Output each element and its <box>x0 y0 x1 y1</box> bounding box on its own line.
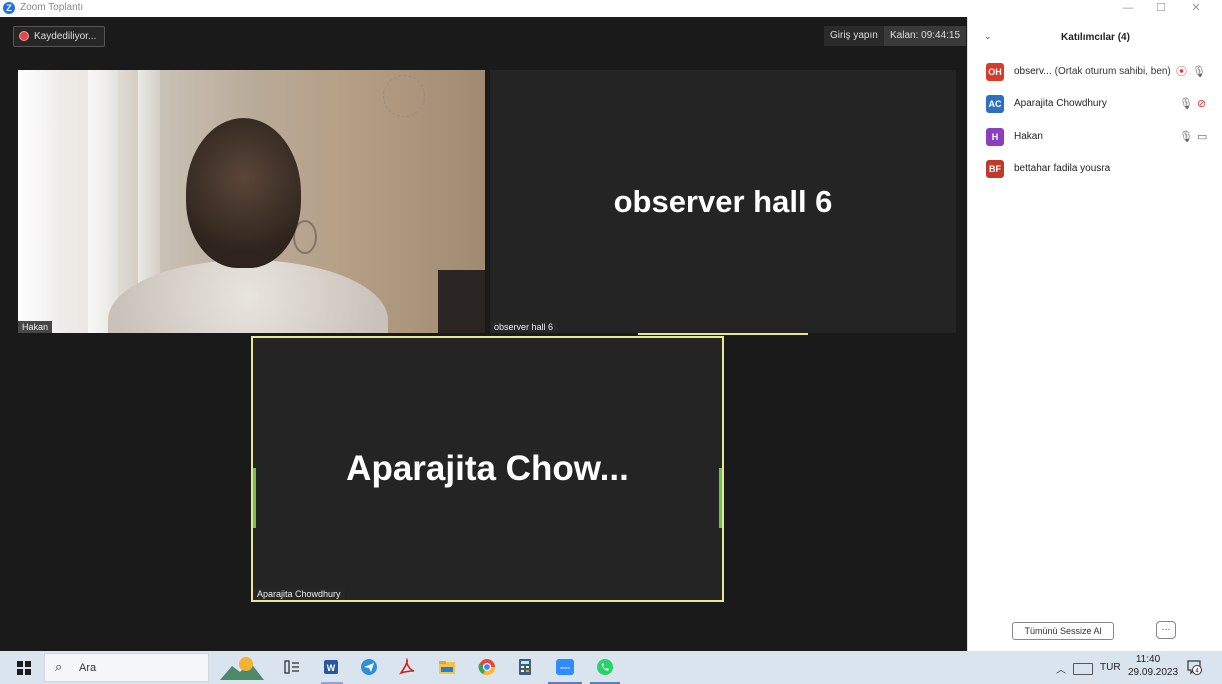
microphone-icon[interactable]: 🎙︎ <box>1179 130 1193 144</box>
svg-text:W: W <box>327 663 336 673</box>
video-camera-icon[interactable]: ▭ <box>1197 130 1207 144</box>
recording-dot-icon <box>20 32 28 40</box>
video-tile-observer[interactable]: observer hall 6 observer hall 6 <box>490 70 956 333</box>
tile-name-label: Aparajita Chowdhury <box>253 588 345 600</box>
sign-in-button[interactable]: Giriş yapın <box>824 26 884 46</box>
recording-indicator[interactable]: Kaydediliyor... <box>13 26 106 47</box>
participant-row[interactable]: OH observ... (Ortak oturum sahibi, ben) ⦿… <box>986 63 1216 83</box>
microphone-icon[interactable]: 🎙︎ <box>1179 97 1193 111</box>
pdf-reader-icon[interactable] <box>398 658 416 676</box>
keyboard-icon[interactable] <box>1073 663 1093 675</box>
task-view-icon[interactable] <box>283 658 301 676</box>
tile-display-name: observer hall 6 <box>613 183 833 219</box>
participant-name: bettahar fadila yousra <box>1014 163 1111 174</box>
weather-icon[interactable] <box>218 654 264 680</box>
whatsapp-app-icon[interactable] <box>596 658 614 676</box>
taskbar-search-box[interactable]: ⌕ Ara <box>44 653 209 682</box>
microphone-icon[interactable]: 🎙︎ <box>1192 65 1206 79</box>
more-options-button[interactable]: ··· <box>1156 621 1176 639</box>
video-tile-hakan[interactable]: Hakan <box>18 70 485 333</box>
meeting-video-area: Kaydediliyor... Giriş yapın Kalan: 09:44… <box>0 17 967 651</box>
participant-row[interactable]: AC Aparajita Chowdhury 🎙︎ ⊘ <box>986 95 1216 115</box>
ceiling-lamp <box>383 75 425 117</box>
mute-all-button[interactable]: Tümünü Sessize Al <box>1012 622 1114 640</box>
participant-row[interactable]: H Hakan 🎙︎ ▭ <box>986 128 1216 148</box>
windows-taskbar: ⌕ Ara W zoom ︿ TUR 11:40 29.09.2023 4 <box>0 651 1222 684</box>
maximize-button[interactable]: ☐ <box>1145 0 1177 17</box>
input-language[interactable]: TUR <box>1100 662 1121 673</box>
window-title-bar: Z Zoom Toplantı — ☐ ✕ <box>0 0 1222 17</box>
taskbar-clock[interactable]: 11:40 29.09.2023 <box>1128 653 1179 679</box>
avatar: OH <box>986 63 1004 81</box>
video-off-icon[interactable]: ⊘ <box>1197 97 1206 111</box>
video-tile-aparajita[interactable]: Aparajita Chow... Aparajita Chowdhury <box>251 336 724 602</box>
word-app-icon[interactable]: W <box>322 658 340 676</box>
participant-name: Hakan <box>1014 131 1043 142</box>
participants-title: Katılımcılar (4) <box>1061 32 1130 43</box>
avatar: H <box>986 128 1004 146</box>
minimize-button[interactable]: — <box>1112 0 1144 17</box>
show-hidden-icons-icon[interactable]: ︿ <box>1056 661 1066 676</box>
svg-text:zoom: zoom <box>560 665 570 670</box>
participant-row[interactable]: BF bettahar fadila yousra <box>986 160 1216 180</box>
zoom-logo-icon: Z <box>3 2 15 14</box>
participant-name: Aparajita Chowdhury <box>1014 98 1107 109</box>
participant-name: observ... <box>1014 66 1052 77</box>
clock-date: 29.09.2023 <box>1128 667 1179 678</box>
avatar: BF <box>986 160 1004 178</box>
chrome-app-icon[interactable] <box>478 658 496 676</box>
notification-center-icon[interactable]: 4 <box>1186 659 1202 675</box>
remaining-time: Kalan: 09:44:15 <box>884 26 967 46</box>
tile-name-label: observer hall 6 <box>490 321 558 333</box>
participant-head <box>186 118 301 268</box>
file-explorer-icon[interactable] <box>438 658 456 676</box>
recording-icon: ⦿ <box>1176 66 1187 78</box>
close-button[interactable]: ✕ <box>1180 0 1212 17</box>
search-placeholder: Ara <box>79 662 97 674</box>
recording-label: Kaydediliyor... <box>34 31 97 42</box>
zoom-app-icon[interactable]: zoom <box>556 658 574 676</box>
tile-display-name: Aparajita Chow... <box>346 449 629 488</box>
calculator-app-icon[interactable] <box>516 658 534 676</box>
windows-start-icon[interactable] <box>17 661 31 675</box>
search-icon: ⌕ <box>55 659 63 674</box>
participant-role: (Ortak oturum sahibi, ben) <box>1054 66 1171 77</box>
window-title: Zoom Toplantı <box>20 2 84 13</box>
telegram-app-icon[interactable] <box>360 658 378 676</box>
clock-time: 11:40 <box>1135 654 1161 665</box>
participants-panel: ⌄ Katılımcılar (4) OH observ... (Ortak ot… <box>967 17 1222 651</box>
tile-name-label: Hakan <box>18 321 53 333</box>
avatar: AC <box>986 95 1004 113</box>
active-speaker-line <box>638 333 808 335</box>
